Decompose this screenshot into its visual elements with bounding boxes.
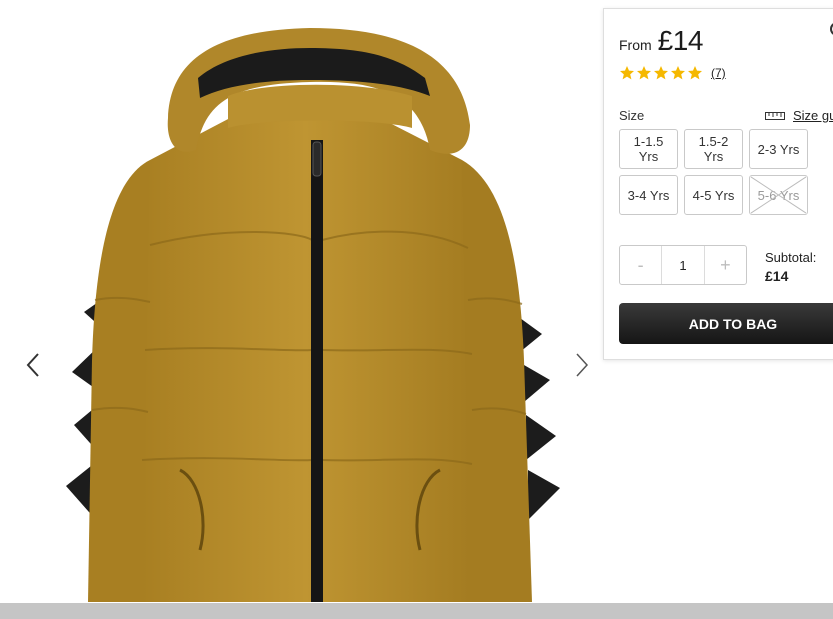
review-count-link[interactable]: (7) <box>711 66 726 80</box>
star-icon <box>688 66 702 80</box>
subtotal: Subtotal: £14 <box>765 249 816 285</box>
size-option-label: 5-6 Yrs <box>757 187 800 203</box>
add-to-bag-button[interactable]: ADD TO BAG <box>619 303 833 344</box>
size-guide-label: Size gu <box>793 108 833 123</box>
chevron-right-icon <box>576 353 589 377</box>
product-image <box>66 28 560 602</box>
subtotal-label: Subtotal: <box>765 250 817 265</box>
ruler-icon <box>765 111 785 120</box>
product-rating: (7) <box>619 65 726 81</box>
size-option-unavailable[interactable]: 5-6 Yrs <box>749 175 808 215</box>
subtotal-value: £14 <box>765 268 789 284</box>
price-from-label: From <box>619 37 652 53</box>
horizontal-scrollbar[interactable] <box>0 603 833 619</box>
size-guide-link[interactable]: Size gu <box>765 108 833 123</box>
size-option[interactable]: 2-3 Yrs <box>749 129 808 169</box>
product-price: £14 <box>657 25 704 56</box>
product-image-gallery <box>0 0 600 602</box>
star-icon <box>671 66 685 80</box>
product-purchase-panel: From £14 (7) Size Size gu 1-1.5 Yrs 1.5-… <box>603 8 833 360</box>
star-icon <box>654 66 668 80</box>
quantity-input[interactable]: 1 <box>661 246 705 284</box>
rating-stars <box>619 65 703 81</box>
size-option[interactable]: 4-5 Yrs <box>684 175 743 215</box>
previous-image-button[interactable] <box>21 348 45 382</box>
quantity-stepper: - 1 + <box>619 245 747 285</box>
quantity-decrease-button[interactable]: - <box>620 246 661 284</box>
price-row: From £14 <box>619 25 703 57</box>
star-icon <box>637 66 651 80</box>
next-image-button[interactable] <box>570 348 594 382</box>
size-option[interactable]: 1-1.5 Yrs <box>619 129 678 169</box>
search-icon[interactable] <box>829 21 833 37</box>
size-option[interactable]: 3-4 Yrs <box>619 175 678 215</box>
star-icon <box>620 66 634 80</box>
size-option[interactable]: 1.5-2 Yrs <box>684 129 743 169</box>
chevron-left-icon <box>26 353 39 377</box>
quantity-increase-button[interactable]: + <box>705 246 746 284</box>
size-label: Size <box>619 108 645 123</box>
